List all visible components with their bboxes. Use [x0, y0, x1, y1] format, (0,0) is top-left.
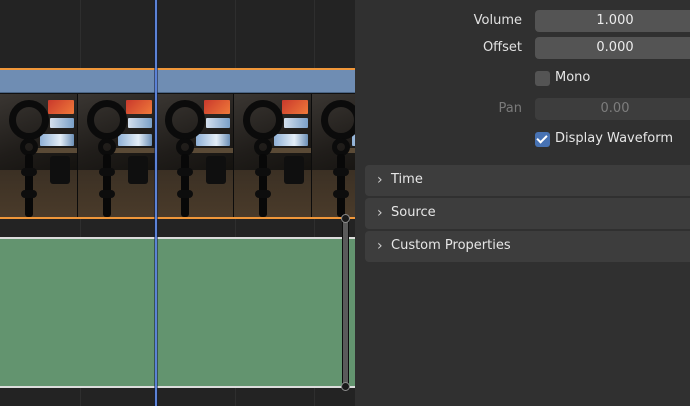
- offset-row: Offset 0.000: [355, 37, 690, 59]
- video-thumbnail-frame: [312, 94, 355, 217]
- video-thumbnail-frame: [78, 94, 156, 217]
- mono-label[interactable]: Mono: [555, 70, 590, 85]
- display-waveform-checkbox[interactable]: [535, 132, 550, 147]
- video-thumbnail-frame: [156, 94, 234, 217]
- section-custom-properties[interactable]: › Custom Properties: [365, 231, 690, 262]
- section-source-label: Source: [391, 205, 436, 220]
- section-time[interactable]: › Time: [365, 165, 690, 196]
- video-thumbnail-frame: [0, 94, 78, 217]
- chevron-right-icon: ›: [377, 238, 383, 254]
- strip-handle-top-knob[interactable]: [341, 214, 350, 223]
- pan-field: 0.00: [535, 98, 690, 120]
- pan-row: Pan 0.00: [355, 98, 690, 120]
- volume-label: Volume: [473, 13, 522, 28]
- section-source[interactable]: › Source: [365, 198, 690, 229]
- chevron-right-icon: ›: [377, 172, 383, 188]
- strip-properties-panel: Volume 1.000 Offset 0.000 Mono Pan 0.00 …: [355, 0, 690, 406]
- mono-checkbox[interactable]: [535, 71, 550, 86]
- strip-handle-right[interactable]: [342, 218, 349, 388]
- sound-strip[interactable]: [0, 237, 355, 388]
- volume-row: Volume 1.000: [355, 10, 690, 32]
- chevron-right-icon: ›: [377, 205, 383, 221]
- movie-strip-header[interactable]: [0, 70, 355, 93]
- strip-handle-bottom-knob[interactable]: [341, 382, 350, 391]
- display-waveform-label[interactable]: Display Waveform: [555, 131, 673, 146]
- playhead[interactable]: [155, 0, 157, 406]
- volume-field[interactable]: 1.000: [535, 10, 690, 32]
- offset-label: Offset: [482, 40, 522, 55]
- movie-strip[interactable]: [0, 68, 355, 219]
- video-thumbnail-frame: [234, 94, 312, 217]
- offset-field[interactable]: 0.000: [535, 37, 690, 59]
- section-custom-properties-label: Custom Properties: [391, 238, 511, 253]
- movie-strip-thumbnails: [0, 94, 355, 217]
- pan-label: Pan: [498, 101, 522, 116]
- section-time-label: Time: [391, 172, 423, 187]
- sequencer-timeline[interactable]: [0, 0, 355, 406]
